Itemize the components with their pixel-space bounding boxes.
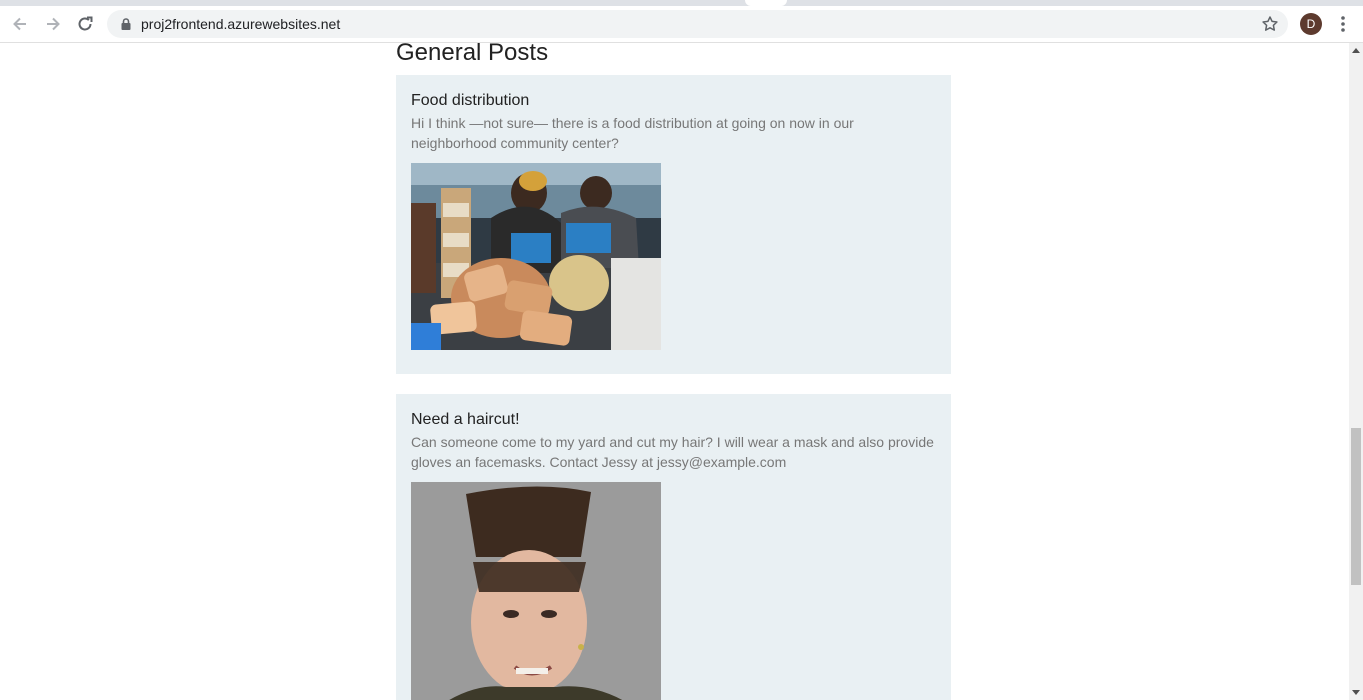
post-title: Food distribution [411,92,530,109]
url-text[interactable]: proj2frontend.azurewebsites.net [141,16,340,32]
arrow-right-icon [47,17,60,31]
address-bar[interactable]: proj2frontend.azurewebsites.net [107,10,1288,38]
scroll-up-icon[interactable] [1352,48,1360,53]
reload-button[interactable] [74,13,96,35]
profile-avatar[interactable]: D [1300,13,1322,35]
page-viewport: General Posts Food distribution Hi I thi… [0,43,1349,700]
arrow-left-icon [13,17,26,31]
reload-icon [78,16,93,31]
post-card: Need a haircut! Can someone come to my y… [396,394,951,700]
active-tab[interactable] [745,0,787,6]
post-image [411,163,661,350]
scroll-down-icon[interactable] [1352,690,1360,695]
vertical-scrollbar[interactable] [1349,43,1363,700]
lock-icon [121,18,131,30]
back-button[interactable] [9,13,31,35]
post-body: Can someone come to my yard and cut my h… [411,434,934,470]
browser-menu-button[interactable] [1333,13,1353,35]
star-icon[interactable] [1261,15,1279,33]
post-card: Food distribution Hi I think —not sure— … [396,75,951,374]
forward-button[interactable] [42,13,64,35]
post-title: Need a haircut! [411,411,520,428]
tab-strip [0,0,1363,6]
page-title: General Posts [396,43,549,66]
post-image [411,482,661,700]
scrollbar-thumb[interactable] [1351,428,1361,585]
kebab-menu-icon [1341,16,1345,32]
post-body: Hi I think —not sure— there is a food di… [411,115,854,151]
browser-toolbar: proj2frontend.azurewebsites.net D [0,0,1363,43]
